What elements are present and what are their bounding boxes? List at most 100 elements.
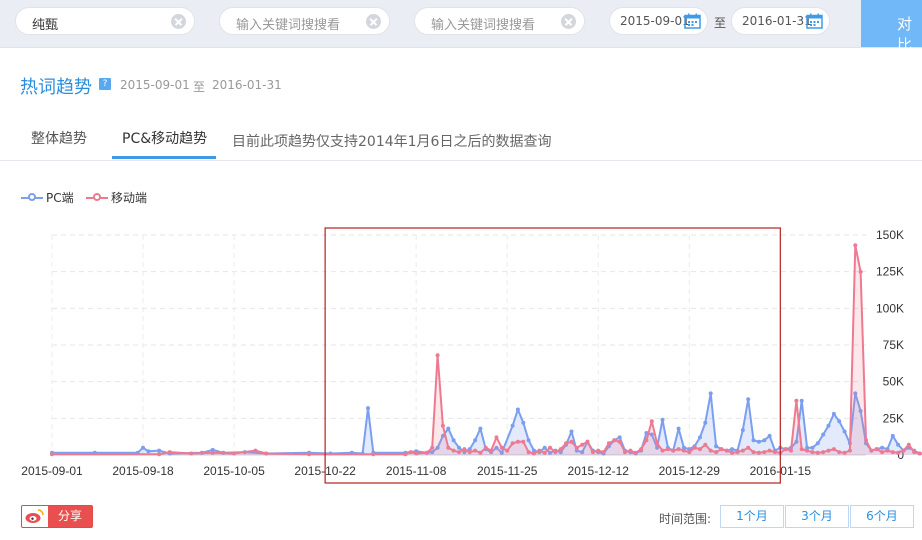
- start-date-value: 2015-09-01: [620, 14, 690, 28]
- data-point: [708, 448, 713, 453]
- x-tick-label: 2015-10-05: [203, 464, 265, 478]
- range-start: 2015-09-01: [120, 78, 190, 92]
- data-point: [756, 439, 761, 444]
- data-point: [644, 438, 649, 443]
- data-point: [665, 447, 670, 452]
- help-icon[interactable]: ?: [99, 78, 111, 90]
- data-point: [756, 450, 761, 455]
- keyword-input-2-placeholder: 输入关键词搜搜看: [236, 18, 341, 33]
- data-point: [585, 439, 590, 444]
- data-point: [473, 438, 478, 443]
- data-point: [847, 448, 852, 453]
- data-point: [810, 450, 815, 455]
- share-label: 分享: [48, 506, 92, 527]
- data-point: [762, 438, 767, 443]
- search-bar: 纯甄 输入关键词搜搜看 输入关键词搜搜看 2015-09-01 至 2016-0…: [0, 0, 922, 54]
- data-point: [606, 441, 611, 446]
- legend-pc-marker: [28, 193, 36, 201]
- clear-icon[interactable]: [561, 14, 576, 29]
- data-point: [526, 450, 531, 455]
- data-point: [831, 411, 836, 416]
- data-point: [794, 398, 799, 403]
- data-point: [483, 445, 488, 450]
- data-point: [542, 450, 547, 455]
- range-6-months-button[interactable]: 6个月: [850, 505, 914, 528]
- legend-mobile-label[interactable]: 移动端: [111, 189, 147, 206]
- data-point: [746, 397, 751, 402]
- data-point: [789, 448, 793, 453]
- keyword-input-3[interactable]: 输入关键词搜搜看: [414, 7, 585, 35]
- data-point: [50, 452, 54, 457]
- data-point: [826, 448, 831, 453]
- data-point: [494, 435, 499, 440]
- data-point: [457, 445, 461, 450]
- keyword-input-2[interactable]: 输入关键词搜搜看: [219, 7, 390, 35]
- data-point: [660, 448, 665, 453]
- data-point: [740, 448, 745, 453]
- data-point: [767, 433, 772, 438]
- tab-note: 目前此项趋势仅支持2014年1月6日之后的数据查询: [232, 134, 552, 150]
- end-date-value: 2016-01-31: [742, 14, 812, 28]
- data-point: [548, 445, 552, 450]
- clear-icon[interactable]: [171, 14, 186, 29]
- data-point: [912, 450, 917, 455]
- data-point: [569, 439, 574, 444]
- legend-pc-label[interactable]: PC端: [46, 189, 74, 206]
- data-point: [440, 423, 445, 428]
- data-point: [558, 447, 563, 452]
- data-point: [837, 419, 842, 424]
- data-point: [639, 447, 644, 452]
- data-point: [783, 447, 788, 452]
- data-point: [885, 448, 890, 453]
- x-tick-label: 2015-11-08: [386, 464, 447, 478]
- compare-button-label: 对比: [897, 15, 913, 54]
- end-date-input[interactable]: 2016-01-31: [731, 7, 830, 35]
- data-point: [874, 447, 879, 452]
- data-point: [842, 429, 847, 434]
- data-point: [740, 428, 745, 433]
- keyword-input-1[interactable]: 纯甄: [15, 7, 195, 35]
- tab-overall-trend[interactable]: 整体趋势: [31, 128, 87, 148]
- data-point: [880, 450, 885, 455]
- data-point: [542, 445, 547, 450]
- x-tick-label: 2015-09-18: [112, 464, 174, 478]
- data-point: [890, 433, 895, 438]
- data-point: [403, 452, 408, 457]
- data-point: [510, 441, 515, 446]
- data-point: [473, 448, 478, 453]
- data-point: [157, 448, 162, 453]
- x-tick-label: 2015-09-01: [21, 464, 83, 478]
- data-point: [799, 447, 804, 452]
- data-point: [307, 452, 312, 457]
- calendar-icon[interactable]: [684, 13, 701, 29]
- data-point: [896, 442, 901, 447]
- data-point: [451, 438, 456, 443]
- compare-button[interactable]: 对比: [861, 0, 922, 54]
- trend-tabs: 整体趋势 PC&移动趋势 目前此项趋势仅支持2014年1月6日之后的数据查询: [0, 118, 922, 161]
- legend-mobile-marker: [93, 193, 101, 201]
- calendar-icon[interactable]: [806, 13, 823, 29]
- data-point: [569, 429, 574, 434]
- y-tick-label: 100K: [876, 301, 904, 315]
- trend-chart[interactable]: 025K50K75K100K125K150K2015-09-012015-09-…: [0, 225, 922, 487]
- data-point: [478, 450, 483, 455]
- data-point: [676, 426, 681, 431]
- weibo-icon: [25, 509, 44, 523]
- clear-icon[interactable]: [366, 14, 381, 29]
- share-button[interactable]: 分享: [21, 505, 93, 528]
- data-point: [408, 450, 413, 455]
- data-point: [698, 435, 702, 440]
- data-point: [853, 243, 858, 248]
- data-point: [671, 448, 676, 453]
- data-point: [253, 448, 258, 453]
- range-1-month-button[interactable]: 1个月: [720, 505, 784, 528]
- tab-pc-mobile-trend[interactable]: PC&移动趋势: [122, 128, 207, 148]
- start-date-input[interactable]: 2015-09-01: [609, 7, 708, 35]
- data-point: [687, 450, 692, 455]
- data-point: [810, 445, 815, 450]
- range-3-months-button[interactable]: 3个月: [785, 505, 849, 528]
- y-tick-label: 75K: [883, 338, 904, 352]
- y-tick-label: 25K: [883, 411, 904, 425]
- data-point: [703, 442, 708, 447]
- data-point: [141, 445, 145, 450]
